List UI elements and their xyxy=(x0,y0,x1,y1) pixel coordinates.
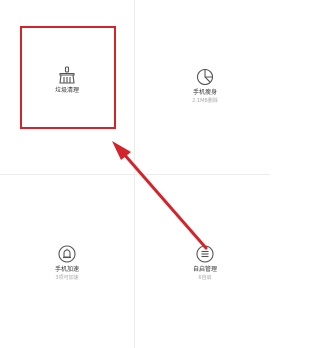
tile-phone-slim-label: 手机瘦身 xyxy=(192,89,217,96)
tile-phone-speed-label: 手机加速 xyxy=(54,266,79,273)
highlight-box xyxy=(20,26,116,129)
tile-phone-speed[interactable]: 手机加速 3项可加速 xyxy=(22,245,112,282)
tile-phone-speed-sub: 3项可加速 xyxy=(55,275,79,281)
tile-startup-manager-sub: 6自启 xyxy=(198,275,212,281)
tile-phone-slim[interactable]: 手机瘦身 2.1MB删除 xyxy=(160,68,250,105)
tile-phone-slim-sub: 2.1MB删除 xyxy=(192,98,218,104)
tile-startup-manager[interactable]: 自启管理 6自启 xyxy=(160,245,250,282)
list-icon xyxy=(196,245,214,263)
pie-chart-icon xyxy=(196,68,214,86)
tile-startup-manager-label: 自启管理 xyxy=(192,266,217,273)
grid-divider-horizontal xyxy=(0,174,270,175)
bell-icon xyxy=(58,245,76,263)
